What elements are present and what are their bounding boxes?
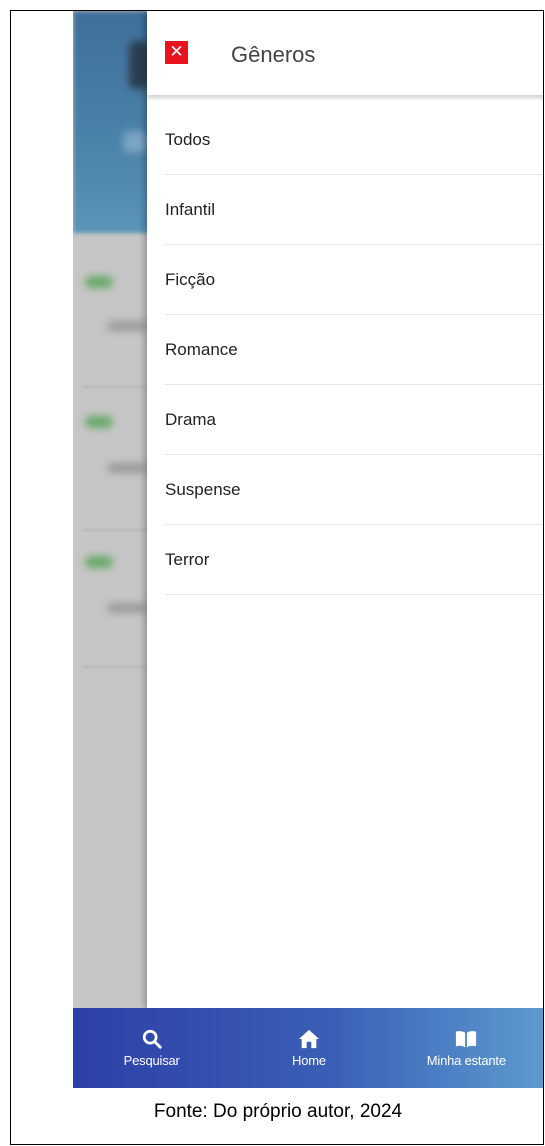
nav-label-minha-estante: Minha estante xyxy=(426,1053,506,1068)
drawer-header: ✕ Gêneros xyxy=(147,11,543,95)
genre-item-terror[interactable]: Terror xyxy=(165,525,543,595)
genres-drawer: ✕ Gêneros Todos Infantil Ficção Romance … xyxy=(147,11,543,1008)
nav-minha-estante[interactable]: Minha estante xyxy=(388,1008,543,1088)
nav-pesquisar[interactable]: Pesquisar xyxy=(73,1008,230,1088)
nav-label-home: Home xyxy=(292,1053,326,1068)
home-icon xyxy=(298,1029,320,1049)
genre-item-todos[interactable]: Todos xyxy=(165,105,543,175)
app-screen: ✕ Gêneros Todos Infantil Ficção Romance … xyxy=(73,11,543,1088)
search-icon xyxy=(142,1029,162,1049)
figure-caption: Fonte: Do próprio autor, 2024 xyxy=(153,1101,403,1122)
drawer-title: Gêneros xyxy=(231,42,316,67)
genre-item-drama[interactable]: Drama xyxy=(165,385,543,455)
genre-item-romance[interactable]: Romance xyxy=(165,315,543,385)
genre-item-ficcao[interactable]: Ficção xyxy=(165,245,543,315)
bottom-nav: Pesquisar Home Minha estante xyxy=(73,1008,543,1088)
genre-item-infantil[interactable]: Infantil xyxy=(165,175,543,245)
genre-item-suspense[interactable]: Suspense xyxy=(165,455,543,525)
genre-list: Todos Infantil Ficção Romance Drama Susp… xyxy=(165,105,543,595)
figure-frame: ✕ Gêneros Todos Infantil Ficção Romance … xyxy=(10,10,544,1145)
close-icon[interactable]: ✕ xyxy=(165,41,188,64)
nav-home[interactable]: Home xyxy=(230,1008,387,1088)
nav-label-pesquisar: Pesquisar xyxy=(123,1053,180,1068)
book-icon xyxy=(456,1031,477,1048)
